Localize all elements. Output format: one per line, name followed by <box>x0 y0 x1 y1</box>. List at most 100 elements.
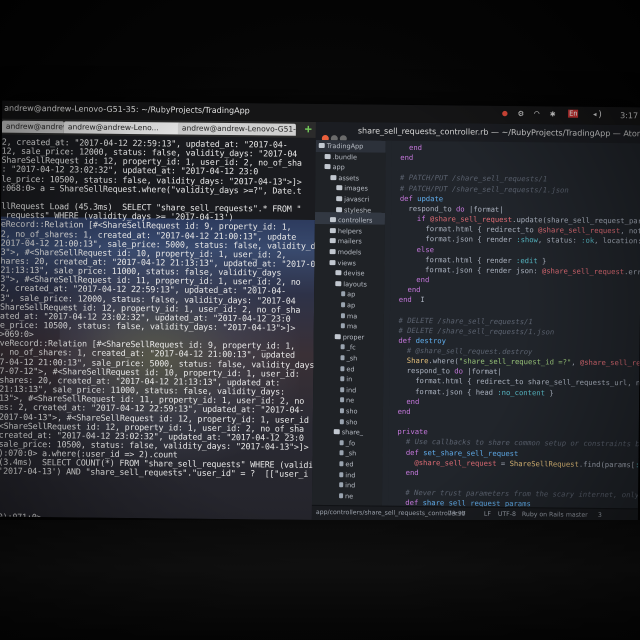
status-line-ending[interactable]: LF <box>484 511 491 518</box>
tree-item[interactable]: devise <box>335 269 365 278</box>
tree-item[interactable]: ne <box>339 492 353 501</box>
laptop-screen: andrew@andrew-Lenovo-G51-35: ~/RubyProje… <box>0 100 640 524</box>
tree-item[interactable]: sho <box>339 417 358 427</box>
status-updates[interactable]: 3 <box>598 512 602 519</box>
code-token: def <box>405 447 424 457</box>
tree-item[interactable]: ap <box>341 301 355 310</box>
tree-item-label: ind <box>345 481 356 490</box>
file-icon <box>341 302 346 308</box>
folder-icon <box>336 196 343 202</box>
atom-editor-window[interactable]: share_sell_requests_controller.rb — ~/Ru… <box>311 121 640 524</box>
code-token: :edit <box>516 255 538 265</box>
tree-item[interactable]: _fc <box>340 344 356 353</box>
project-tree[interactable]: TradingApp .bundle app assets images javascri… <box>311 139 387 507</box>
file-icon <box>340 323 345 329</box>
tree-item-label: ed <box>345 460 354 469</box>
tree-item[interactable]: ma <box>340 322 357 331</box>
wifi-icon[interactable]: ◠ <box>534 109 540 119</box>
status-encoding[interactable]: UTF-8 <box>498 511 516 518</box>
code-token: } <box>537 255 547 266</box>
code-line: respond_to do |format| <box>389 366 502 376</box>
tree-item-label: sho <box>345 417 358 426</box>
code-token: else <box>416 244 434 254</box>
tree-item[interactable]: in <box>340 375 352 384</box>
tree-item[interactable]: ed <box>339 460 354 469</box>
bluetooth-icon[interactable]: ✱ <box>550 109 556 119</box>
tree-item[interactable]: layouts <box>335 280 367 289</box>
code-token: end <box>416 274 430 285</box>
code-token: .update(share_sell_request_para <box>512 215 640 226</box>
code-editor[interactable]: end end # PATCH/PUT /share_sell_requests… <box>388 141 640 510</box>
tree-item[interactable]: .bundle <box>324 153 357 162</box>
settings-icon[interactable]: ⚙ <box>518 109 524 119</box>
code-token: .where( <box>428 356 459 366</box>
code-line: end <box>389 407 411 416</box>
code-token: format.json { render json: <box>390 264 542 276</box>
code-token: I <box>411 295 425 305</box>
tree-item[interactable]: helpers <box>329 227 362 236</box>
tree-item[interactable]: _sh <box>339 450 356 459</box>
new-tab-plus-icon[interactable]: + <box>305 122 312 136</box>
file-icon <box>339 482 344 488</box>
tree-item[interactable]: _sh <box>340 354 357 363</box>
code-token: # PATCH/PUT /share_sell_requests/1 <box>391 173 548 184</box>
tree-item[interactable]: sho <box>339 407 357 416</box>
tree-item[interactable]: TradingApp <box>318 142 363 151</box>
code-token: update <box>417 193 444 204</box>
status-file-path[interactable]: app/controllers/share_sell_requests_cont… <box>316 509 466 518</box>
tree-item[interactable]: ind <box>339 481 355 490</box>
terminal-body[interactable]: 2, created_at: "2017-04-12 22:59:13", up… <box>0 134 316 520</box>
folder-icon <box>330 174 337 180</box>
keyboard-layout-icon[interactable]: En <box>568 109 579 118</box>
tree-item[interactable]: ne <box>340 397 354 406</box>
code-token: # PATCH/PUT /share_sell_requests/1.json <box>391 183 569 195</box>
code-token: # DELETE /share_sell_requests/1.json <box>389 325 555 337</box>
terminal-tab-3[interactable]: andrew@andrew-Lenovo-G51-35: ~/RubyProje… <box>177 122 296 136</box>
code-token: @share_sell_request <box>429 214 513 225</box>
tree-item[interactable]: ma <box>340 312 357 321</box>
tree-item[interactable]: controllers <box>329 216 373 225</box>
tree-item[interactable]: share_ <box>333 428 363 437</box>
tree-item[interactable]: ed <box>340 364 355 374</box>
status-grammar[interactable]: Ruby on Rails <box>522 511 564 518</box>
tree-item[interactable]: ind <box>340 386 356 395</box>
tree-item[interactable]: _fo <box>339 439 355 448</box>
tree-item-label: models <box>337 248 362 257</box>
tree-item[interactable]: assets <box>330 174 359 183</box>
tree-item[interactable]: images <box>336 185 368 194</box>
code-token: :no_content <box>497 387 546 397</box>
code-line: end <box>390 285 421 294</box>
tree-item[interactable]: mailers <box>329 237 362 246</box>
chrome-icon[interactable]: ● <box>502 109 508 119</box>
folder-icon <box>336 185 343 191</box>
folder-icon <box>329 249 336 255</box>
tree-item-label: javascri <box>344 195 370 204</box>
terminal-tab-2[interactable]: andrew@andrew-Leno... <box>63 121 182 135</box>
tree-item[interactable]: styleshe <box>336 206 371 215</box>
tree-item[interactable]: app <box>324 163 345 172</box>
tree-item[interactable]: models <box>329 248 362 257</box>
volume-icon[interactable]: ◂) <box>592 110 603 120</box>
status-cursor-position[interactable]: 73:97 <box>448 510 466 517</box>
tree-item-label: ed <box>346 364 355 373</box>
tree-item[interactable]: javascri <box>336 195 369 204</box>
code-line: def update <box>391 193 443 203</box>
tree-item[interactable]: views <box>329 259 356 268</box>
tree-item[interactable]: proper <box>334 333 364 342</box>
code-line: respond_to do |format| <box>391 204 503 214</box>
terminal-window[interactable]: andrew@andrew-Leno... andrew@andrew-Leno… <box>0 118 316 520</box>
tree-item[interactable]: ind <box>339 471 355 480</box>
code-token: @share_sell_reques <box>579 357 640 368</box>
folder-icon <box>324 164 331 170</box>
clock[interactable]: 3:17 <box>620 111 638 120</box>
tree-item[interactable]: ap <box>341 291 355 300</box>
terminal-tab-1[interactable]: andrew@andrew-Leno... <box>1 120 64 134</box>
status-branch[interactable]: master <box>566 512 588 519</box>
tree-item-label: controllers <box>337 216 373 225</box>
tree-item-label: _sh <box>345 449 357 458</box>
